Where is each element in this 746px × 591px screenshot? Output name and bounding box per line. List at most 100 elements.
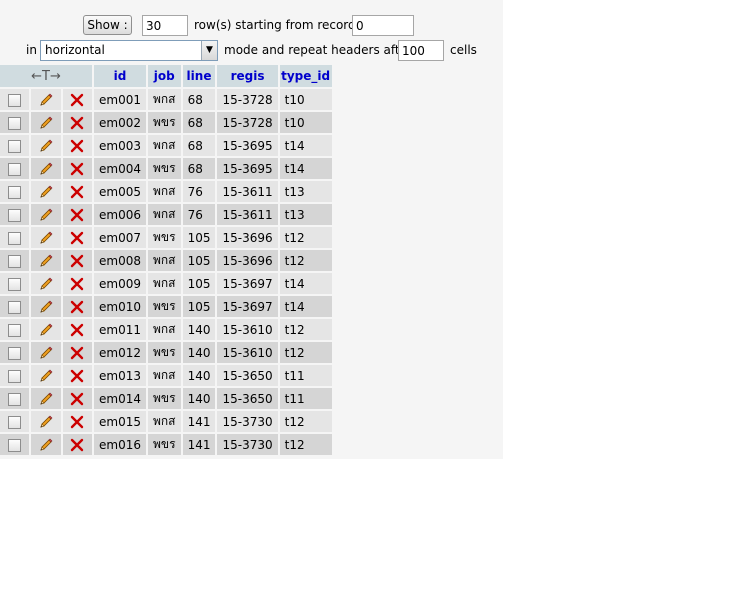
delete-x-icon[interactable] (70, 300, 84, 314)
cell-job: พกส (148, 133, 181, 156)
table-row: em011 พกส 140 15-3610 t12 (0, 317, 332, 340)
table-row: em002 พขร 68 15-3728 t10 (0, 110, 332, 133)
cell-id: em015 (94, 409, 146, 432)
in-label: in (26, 43, 37, 57)
pencil-icon[interactable] (38, 414, 54, 430)
pencil-icon[interactable] (38, 299, 54, 315)
delete-x-icon[interactable] (70, 346, 84, 360)
cell-line: 105 (182, 225, 216, 248)
show-button[interactable]: Show : (83, 15, 132, 35)
table-row: em016 พขร 141 15-3730 t12 (0, 432, 332, 455)
row-checkbox[interactable] (8, 116, 22, 130)
repeat-headers-input[interactable] (398, 40, 444, 61)
pencil-icon[interactable] (38, 207, 54, 223)
cell-job: พกส (148, 271, 181, 294)
pencil-icon[interactable] (38, 253, 54, 269)
delete-x-icon[interactable] (70, 93, 84, 107)
column-header-type-id[interactable]: type_id (279, 65, 332, 87)
cell-job: พขร (148, 110, 181, 133)
cell-regis: 15-3728 (217, 87, 278, 110)
row-checkbox[interactable] (8, 392, 22, 406)
cell-regis: 15-3650 (217, 386, 278, 409)
row-checkbox[interactable] (8, 346, 22, 360)
start-record-input[interactable] (352, 15, 414, 36)
row-delete-cell (62, 317, 92, 340)
cell-regis: 15-3696 (217, 225, 278, 248)
cell-job: พขร (148, 432, 181, 455)
row-checkbox[interactable] (8, 369, 22, 383)
cell-job: พขร (148, 294, 181, 317)
row-select-cell (0, 409, 30, 432)
pencil-icon[interactable] (38, 368, 54, 384)
row-delete-cell (62, 409, 92, 432)
cell-id: em011 (94, 317, 146, 340)
pencil-icon[interactable] (38, 345, 54, 361)
table-row: em007 พขร 105 15-3696 t12 (0, 225, 332, 248)
delete-x-icon[interactable] (70, 231, 84, 245)
cell-line: 141 (182, 409, 216, 432)
row-edit-cell (31, 294, 61, 317)
row-checkbox[interactable] (8, 139, 22, 153)
delete-x-icon[interactable] (70, 162, 84, 176)
column-header-line[interactable]: line (182, 65, 216, 87)
table-row: em008 พกส 105 15-3696 t12 (0, 248, 332, 271)
row-checkbox[interactable] (8, 438, 22, 452)
delete-x-icon[interactable] (70, 415, 84, 429)
pencil-icon[interactable] (38, 276, 54, 292)
delete-x-icon[interactable] (70, 139, 84, 153)
row-edit-cell (31, 156, 61, 179)
pencil-icon[interactable] (38, 115, 54, 131)
pencil-icon[interactable] (38, 92, 54, 108)
delete-x-icon[interactable] (70, 392, 84, 406)
cell-line: 105 (182, 294, 216, 317)
cell-regis: 15-3695 (217, 133, 278, 156)
column-header-regis[interactable]: regis (217, 65, 278, 87)
pencil-icon[interactable] (38, 138, 54, 154)
row-checkbox[interactable] (8, 231, 22, 245)
row-checkbox[interactable] (8, 208, 22, 222)
row-edit-cell (31, 271, 61, 294)
row-edit-cell (31, 179, 61, 202)
row-checkbox[interactable] (8, 162, 22, 176)
row-checkbox[interactable] (8, 415, 22, 429)
row-checkbox[interactable] (8, 277, 22, 291)
cell-id: em016 (94, 432, 146, 455)
dropdown-arrow-icon[interactable]: ▼ (201, 41, 217, 60)
column-header-id[interactable]: id (94, 65, 146, 87)
row-select-cell (0, 179, 30, 202)
row-select-cell (0, 432, 30, 455)
delete-x-icon[interactable] (70, 116, 84, 130)
delete-x-icon[interactable] (70, 277, 84, 291)
pencil-icon[interactable] (38, 184, 54, 200)
row-select-cell (0, 156, 30, 179)
column-header-job[interactable]: job (148, 65, 181, 87)
sort-arrows-icon[interactable]: ←T→ (0, 65, 92, 87)
delete-x-icon[interactable] (70, 254, 84, 268)
cell-id: em007 (94, 225, 146, 248)
display-mode-select[interactable]: horizontal ▼ (40, 40, 218, 61)
row-checkbox[interactable] (8, 323, 22, 337)
cell-line: 140 (182, 363, 216, 386)
cell-line: 140 (182, 386, 216, 409)
pencil-icon[interactable] (38, 391, 54, 407)
cell-line: 68 (182, 110, 216, 133)
row-checkbox[interactable] (8, 300, 22, 314)
table-row: em012 พขร 140 15-3610 t12 (0, 340, 332, 363)
cell-line: 140 (182, 317, 216, 340)
row-checkbox[interactable] (8, 93, 22, 107)
pencil-icon[interactable] (38, 322, 54, 338)
delete-x-icon[interactable] (70, 208, 84, 222)
pencil-icon[interactable] (38, 230, 54, 246)
pencil-icon[interactable] (38, 161, 54, 177)
delete-x-icon[interactable] (70, 185, 84, 199)
cell-type-id: t10 (279, 87, 332, 110)
delete-x-icon[interactable] (70, 323, 84, 337)
cell-line: 105 (182, 248, 216, 271)
row-checkbox[interactable] (8, 254, 22, 268)
delete-x-icon[interactable] (70, 438, 84, 452)
delete-x-icon[interactable] (70, 369, 84, 383)
results-table: ←T→ id job line regis type_id em001 พกส 68… (0, 65, 334, 455)
pencil-icon[interactable] (38, 437, 54, 453)
row-checkbox[interactable] (8, 185, 22, 199)
rows-count-input[interactable] (142, 15, 188, 36)
